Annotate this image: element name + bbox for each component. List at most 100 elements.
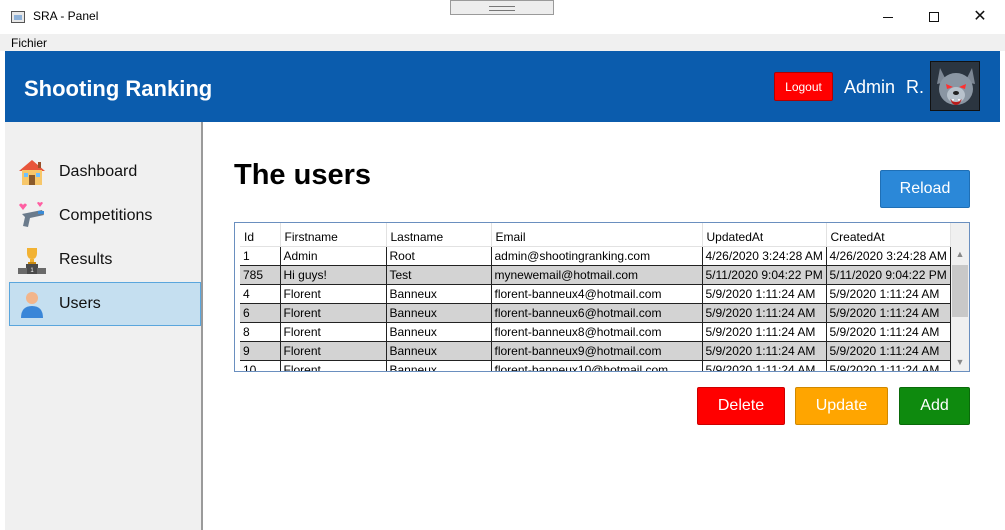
close-icon: ✕ [973,8,987,25]
table-row[interactable]: 4 Florent Banneux florent-banneux4@hotma… [240,284,951,304]
cell-updatedat: 5/9/2020 1:11:24 AM [702,360,827,371]
cell-email: florent-banneux8@hotmail.com [491,322,703,342]
users-table[interactable]: Id Firstname Lastname Email UpdatedAt Cr… [234,222,970,372]
column-header-lastname[interactable]: Lastname [386,223,492,247]
maximize-icon [929,12,939,22]
cell-id: 1 [240,246,281,266]
cell-email: florent-banneux6@hotmail.com [491,303,703,323]
sidebar-item-label: Users [59,295,101,312]
trophy-podium-icon: 1 [18,248,46,274]
cell-updatedat: 5/9/2020 1:11:24 AM [702,284,827,304]
house-icon [19,160,45,185]
sidebar-item-label: Competitions [59,207,153,224]
reload-button[interactable]: Reload [880,170,970,208]
sidebar-item-dashboard[interactable]: Dashboard [9,150,201,194]
user-icon [21,292,43,318]
column-header-createdat[interactable]: CreatedAt [826,223,951,247]
cell-lastname: Banneux [386,303,492,323]
column-header-firstname[interactable]: Firstname [280,223,387,247]
cell-createdat: 5/9/2020 1:11:24 AM [826,341,951,361]
page-title: The users [234,159,371,191]
cell-email: florent-banneux4@hotmail.com [491,284,703,304]
cell-firstname: Admin [280,246,387,266]
column-header-updatedat[interactable]: UpdatedAt [702,223,827,247]
scroll-down-icon[interactable]: ▼ [951,354,969,371]
user-lastname: R. [906,77,924,97]
cell-lastname: Banneux [386,284,492,304]
drag-grip[interactable] [450,0,554,15]
table-row[interactable]: 6 Florent Banneux florent-banneux6@hotma… [240,303,951,323]
cell-createdat: 5/11/2020 9:04:22 PM [826,265,951,285]
cell-email: mynewemail@hotmail.com [491,265,703,285]
table-row[interactable]: 785 Hi guys! Test mynewemail@hotmail.com… [240,265,951,285]
cell-lastname: Banneux [386,360,492,371]
close-window-button[interactable]: ✕ [957,0,1003,34]
scrollbar-thumb[interactable] [952,265,968,317]
cell-firstname: Florent [280,360,387,371]
cell-lastname: Root [386,246,492,266]
menu-bar: Fichier [0,34,1005,51]
cell-id: 785 [240,265,281,285]
cell-email: florent-banneux9@hotmail.com [491,341,703,361]
table-row[interactable]: 9 Florent Banneux florent-banneux9@hotma… [240,341,951,361]
cell-email: admin@shootingranking.com [491,246,703,266]
cell-updatedat: 5/9/2020 1:11:24 AM [702,303,827,323]
cell-id: 9 [240,341,281,361]
cell-firstname: Florent [280,322,387,342]
cell-createdat: 4/26/2020 3:24:28 AM [826,246,951,266]
cell-updatedat: 4/26/2020 3:24:28 AM [702,246,827,266]
sidebar-item-users[interactable]: Users [9,282,201,326]
sidebar-item-results[interactable]: 1 Results [9,238,201,282]
cell-id: 6 [240,303,281,323]
cell-updatedat: 5/9/2020 1:11:24 AM [702,322,827,342]
menu-file[interactable]: Fichier [11,36,47,50]
cell-createdat: 5/9/2020 1:11:24 AM [826,322,951,342]
main-content: The users Reload Id Firstname Lastname E… [205,122,1000,530]
avatar[interactable] [930,61,980,111]
scroll-up-icon[interactable]: ▲ [951,246,969,263]
wolf-avatar-icon [931,62,979,110]
user-firstname: Admin [844,77,896,97]
title-bar[interactable]: SRA - Panel ✕ [0,0,1005,34]
cell-createdat: 5/9/2020 1:11:24 AM [826,284,951,304]
table-header-row: Id Firstname Lastname Email UpdatedAt Cr… [240,223,951,247]
cell-lastname: Test [386,265,492,285]
column-header-email[interactable]: Email [491,223,703,247]
cell-createdat: 5/9/2020 1:11:24 AM [826,360,951,371]
minimize-icon [883,16,893,18]
cell-email: florent-banneux10@hotmail.com [491,360,703,371]
cell-firstname: Florent [280,303,387,323]
cell-lastname: Banneux [386,322,492,342]
cell-firstname: Hi guys! [280,265,387,285]
update-button[interactable]: Update [795,387,888,425]
sidebar-item-label: Dashboard [59,163,138,180]
cell-updatedat: 5/11/2020 9:04:22 PM [702,265,827,285]
cell-id: 8 [240,322,281,342]
cell-firstname: Florent [280,284,387,304]
sidebar: Dashboard Competitions 1 Results Users [5,122,203,530]
maximize-button[interactable] [911,0,957,34]
gun-icon [19,202,44,227]
app-window: SRA - Panel ✕ Fichier Shooting Ranking L… [0,0,1005,530]
minimize-button[interactable] [865,0,911,34]
column-header-id[interactable]: Id [240,223,281,247]
grid-header-corner [951,223,969,246]
table-row[interactable]: 1 Admin Root admin@shootingranking.com 4… [240,246,951,266]
app-header: Shooting Ranking Logout Admin R. [5,51,1000,122]
cell-id: 4 [240,284,281,304]
table-row[interactable]: 8 Florent Banneux florent-banneux8@hotma… [240,322,951,342]
delete-button[interactable]: Delete [697,387,785,425]
cell-updatedat: 5/9/2020 1:11:24 AM [702,341,827,361]
vertical-scrollbar[interactable]: ▲ ▼ [951,246,969,371]
logout-button[interactable]: Logout [774,72,833,101]
cell-id: 10 [240,360,281,371]
window-title: SRA - Panel [33,9,99,23]
sidebar-item-competitions[interactable]: Competitions [9,194,201,238]
cell-firstname: Florent [280,341,387,361]
cell-createdat: 5/9/2020 1:11:24 AM [826,303,951,323]
sidebar-item-label: Results [59,251,113,268]
cell-lastname: Banneux [386,341,492,361]
app-icon [11,11,25,23]
table-row[interactable]: 10 Florent Banneux florent-banneux10@hot… [240,360,951,371]
add-button[interactable]: Add [899,387,970,425]
